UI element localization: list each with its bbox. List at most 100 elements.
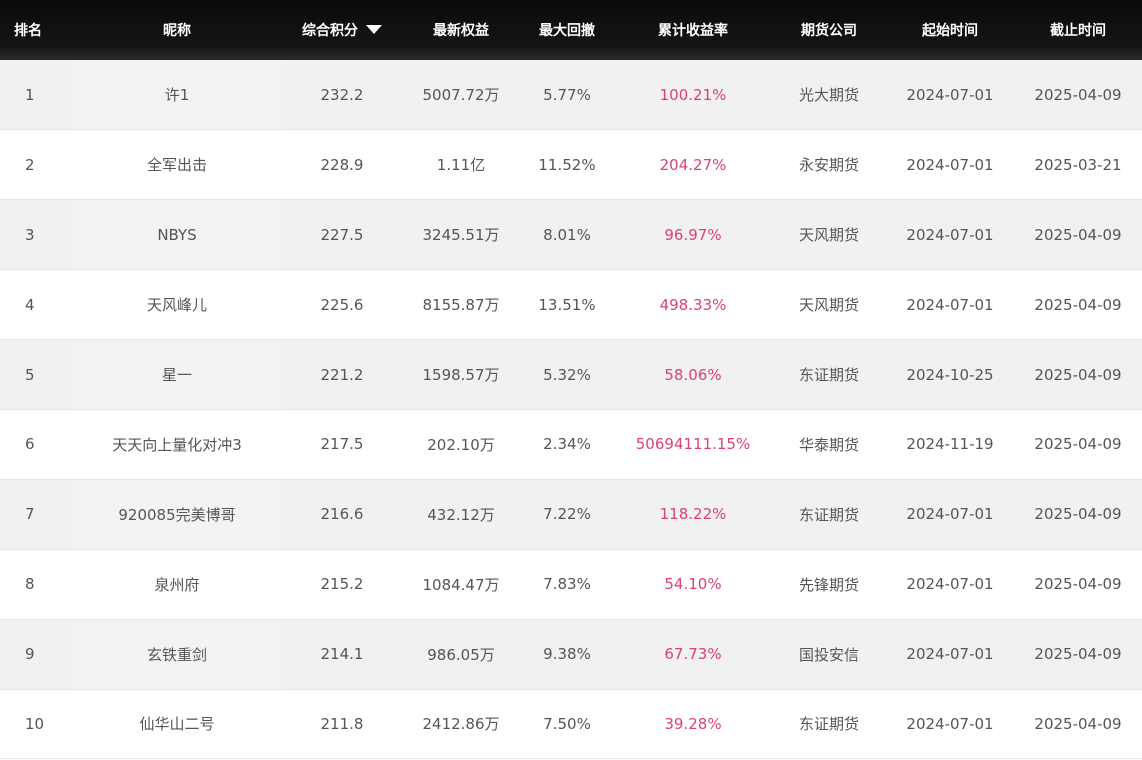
- table-row[interactable]: 2 全军出击 228.9 1.11亿 11.52% 204.27% 永安期货 2024-07-…: [0, 129, 1142, 201]
- cell-name: 仙华山二号: [72, 689, 282, 760]
- cell-rank: 9: [0, 619, 72, 690]
- cell-equity: 1.11亿: [402, 129, 520, 201]
- cell-end: 2025-04-09: [1014, 409, 1142, 480]
- cell-return: 204.27%: [614, 129, 772, 201]
- cell-drawdown: 7.50%: [520, 689, 614, 760]
- cell-equity: 3245.51万: [402, 199, 520, 271]
- cell-score: 227.5: [282, 199, 402, 271]
- cell-return: 100.21%: [614, 60, 772, 131]
- cell-rank: 2: [0, 129, 72, 201]
- cell-name: 玄铁重剑: [72, 619, 282, 690]
- cell-broker: 东证期货: [772, 479, 886, 550]
- cell-rank: 7: [0, 479, 72, 550]
- cell-equity: 432.12万: [402, 479, 520, 550]
- cell-drawdown: 7.22%: [520, 479, 614, 550]
- cell-broker: 东证期货: [772, 689, 886, 760]
- leaderboard-table: 排名 昵称 综合积分 最新权益 最大回撤 累计收益率 期货公司 起始时间 截止时…: [0, 0, 1142, 760]
- cell-start: 2024-07-01: [886, 199, 1014, 271]
- header-name[interactable]: 昵称: [72, 0, 282, 60]
- cell-end: 2025-04-09: [1014, 269, 1142, 341]
- cell-broker: 华泰期货: [772, 409, 886, 480]
- header-equity[interactable]: 最新权益: [402, 0, 520, 60]
- cell-drawdown: 5.77%: [520, 60, 614, 131]
- cell-score: 211.8: [282, 689, 402, 760]
- cell-name: 许1: [72, 60, 282, 131]
- table-row[interactable]: 10 仙华山二号 211.8 2412.86万 7.50% 39.28% 东证期货 2024-…: [0, 689, 1142, 760]
- cell-start: 2024-07-01: [886, 689, 1014, 760]
- table-row[interactable]: 1 许1 232.2 5007.72万 5.77% 100.21% 光大期货 2024-07-…: [0, 60, 1142, 131]
- header-broker[interactable]: 期货公司: [772, 0, 886, 60]
- table-body: 1 许1 232.2 5007.72万 5.77% 100.21% 光大期货 2024-07-…: [0, 60, 1142, 760]
- table-row[interactable]: 4 天风峰儿 225.6 8155.87万 13.51% 498.33% 天风期货 2024-…: [0, 269, 1142, 341]
- cell-start: 2024-11-19: [886, 409, 1014, 480]
- cell-drawdown: 9.38%: [520, 619, 614, 690]
- cell-drawdown: 7.83%: [520, 549, 614, 620]
- cell-equity: 1598.57万: [402, 339, 520, 410]
- cell-name: 全军出击: [72, 129, 282, 201]
- cell-name: 星一: [72, 339, 282, 410]
- table-row[interactable]: 6 天天向上量化对冲3 217.5 202.10万 2.34% 50694111.15% 华…: [0, 409, 1142, 480]
- cell-broker: 光大期货: [772, 60, 886, 131]
- cell-return: 118.22%: [614, 479, 772, 550]
- cell-equity: 986.05万: [402, 619, 520, 690]
- cell-score: 232.2: [282, 60, 402, 131]
- cell-end: 2025-04-09: [1014, 549, 1142, 620]
- cell-broker: 天风期货: [772, 199, 886, 271]
- cell-start: 2024-07-01: [886, 619, 1014, 690]
- cell-end: 2025-04-09: [1014, 60, 1142, 131]
- cell-score: 228.9: [282, 129, 402, 201]
- cell-name: 920085完美博哥: [72, 479, 282, 550]
- cell-score: 215.2: [282, 549, 402, 620]
- cell-broker: 东证期货: [772, 339, 886, 410]
- table-row[interactable]: 7 920085完美博哥 216.6 432.12万 7.22% 118.22% 东证期货 2…: [0, 479, 1142, 550]
- cell-return: 39.28%: [614, 689, 772, 760]
- header-rank[interactable]: 排名: [0, 0, 72, 60]
- table-row[interactable]: 3 NBYS 227.5 3245.51万 8.01% 96.97% 天风期货 2024-07…: [0, 199, 1142, 271]
- cell-broker: 先锋期货: [772, 549, 886, 620]
- cell-broker: 永安期货: [772, 129, 886, 201]
- cell-drawdown: 13.51%: [520, 269, 614, 341]
- cell-name: 泉州府: [72, 549, 282, 620]
- cell-score: 225.6: [282, 269, 402, 341]
- cell-name: NBYS: [72, 199, 282, 271]
- header-drawdown[interactable]: 最大回撤: [520, 0, 614, 60]
- cell-start: 2024-07-01: [886, 549, 1014, 620]
- header-score-label: 综合积分: [302, 23, 358, 39]
- header-row: 排名 昵称 综合积分 最新权益 最大回撤 累计收益率 期货公司 起始时间 截止时…: [0, 0, 1142, 60]
- sort-triangle-down-icon[interactable]: [366, 25, 382, 34]
- table-row[interactable]: 8 泉州府 215.2 1084.47万 7.83% 54.10% 先锋期货 2024-07-…: [0, 549, 1142, 620]
- cell-start: 2024-07-01: [886, 269, 1014, 341]
- header-start[interactable]: 起始时间: [886, 0, 1014, 60]
- cell-end: 2025-04-09: [1014, 479, 1142, 550]
- cell-equity: 5007.72万: [402, 60, 520, 131]
- leaderboard-table-container: 排名 昵称 综合积分 最新权益 最大回撤 累计收益率 期货公司 起始时间 截止时…: [0, 0, 1142, 760]
- table-row[interactable]: 5 星一 221.2 1598.57万 5.32% 58.06% 东证期货 2024-10-2…: [0, 339, 1142, 410]
- cell-drawdown: 5.32%: [520, 339, 614, 410]
- cell-name: 天天向上量化对冲3: [72, 409, 282, 480]
- cell-rank: 10: [0, 689, 72, 760]
- table-row[interactable]: 9 玄铁重剑 214.1 986.05万 9.38% 67.73% 国投安信 2024-07-…: [0, 619, 1142, 690]
- cell-return: 58.06%: [614, 339, 772, 410]
- cell-score: 216.6: [282, 479, 402, 550]
- cell-equity: 2412.86万: [402, 689, 520, 760]
- cell-end: 2025-04-09: [1014, 689, 1142, 760]
- cell-score: 214.1: [282, 619, 402, 690]
- cell-score: 217.5: [282, 409, 402, 480]
- cell-drawdown: 8.01%: [520, 199, 614, 271]
- cell-rank: 5: [0, 339, 72, 410]
- header-score[interactable]: 综合积分: [282, 0, 402, 60]
- header-end[interactable]: 截止时间: [1014, 0, 1142, 60]
- cell-start: 2024-10-25: [886, 339, 1014, 410]
- cell-name: 天风峰儿: [72, 269, 282, 341]
- cell-drawdown: 11.52%: [520, 129, 614, 201]
- cell-equity: 202.10万: [402, 409, 520, 480]
- cell-rank: 6: [0, 409, 72, 480]
- cell-rank: 3: [0, 199, 72, 271]
- cell-end: 2025-04-09: [1014, 199, 1142, 271]
- header-return[interactable]: 累计收益率: [614, 0, 772, 60]
- cell-end: 2025-04-09: [1014, 339, 1142, 410]
- cell-drawdown: 2.34%: [520, 409, 614, 480]
- cell-rank: 1: [0, 60, 72, 131]
- cell-end: 2025-04-09: [1014, 619, 1142, 690]
- cell-return: 54.10%: [614, 549, 772, 620]
